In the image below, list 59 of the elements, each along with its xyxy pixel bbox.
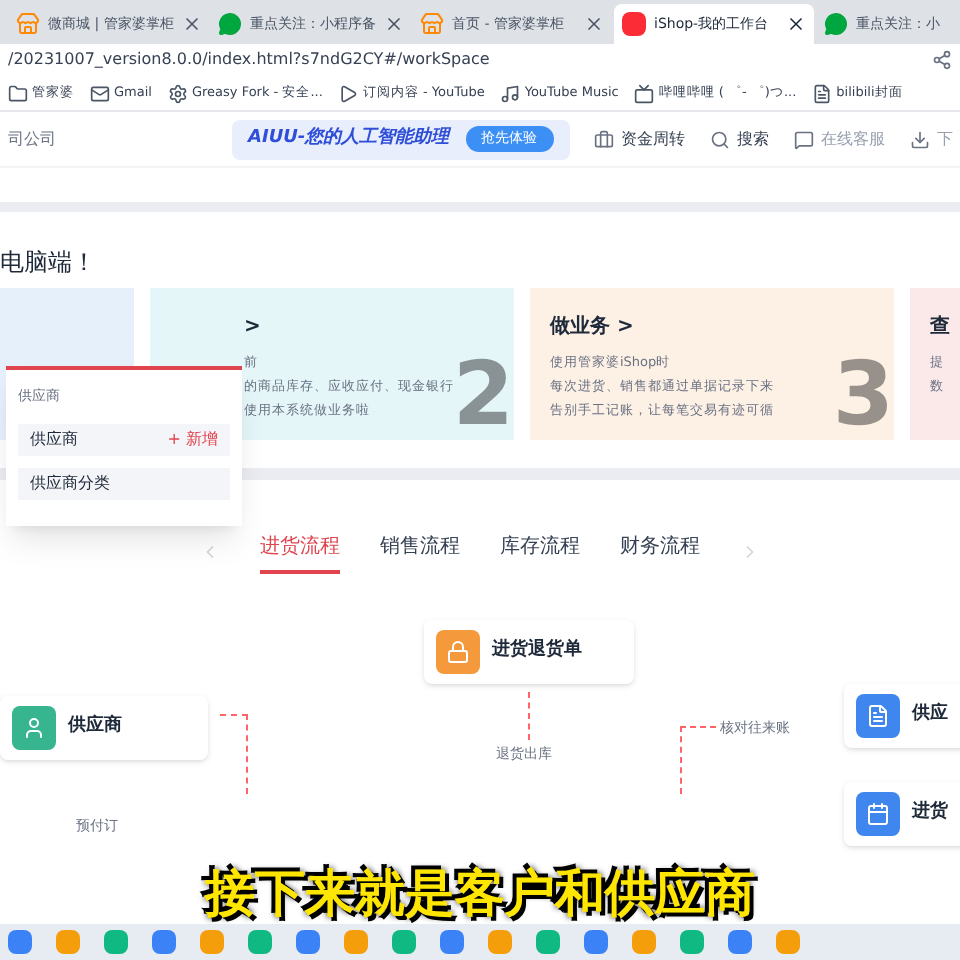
app-icon[interactable] xyxy=(440,930,464,954)
app-icon[interactable] xyxy=(56,930,80,954)
connector-line xyxy=(528,692,530,740)
mail-icon xyxy=(90,83,110,103)
connector-line xyxy=(680,726,716,794)
app-icon[interactable] xyxy=(776,930,800,954)
app-icon[interactable] xyxy=(152,930,176,954)
app-icon[interactable] xyxy=(632,930,656,954)
chat-icon xyxy=(793,129,814,149)
menu-item[interactable]: 供应商 + 新增 xyxy=(18,423,230,455)
header-action[interactable]: 搜索 xyxy=(709,127,770,151)
card-number: 3 xyxy=(832,352,894,440)
app-icon[interactable] xyxy=(344,930,368,954)
app-icon[interactable] xyxy=(488,930,512,954)
flow-node[interactable]: 进货 xyxy=(844,782,960,846)
app-logo-icon xyxy=(622,12,646,36)
download-icon xyxy=(909,129,930,149)
company-name: 司公司 xyxy=(8,127,58,151)
card-number: 2 xyxy=(452,352,514,440)
card-title: 查 xyxy=(930,313,952,342)
welcome-text: 电脑端！ xyxy=(0,246,96,280)
app-icon[interactable] xyxy=(584,930,608,954)
chat-icon xyxy=(218,12,242,36)
gear-icon xyxy=(167,83,188,103)
address-text[interactable]: /20231007_version8.0.0/index.html?s7ndG2CY#/workSpace xyxy=(8,48,490,72)
music-icon xyxy=(500,83,521,103)
flow-tab[interactable]: 销售流程 xyxy=(380,531,460,573)
store-icon xyxy=(420,12,444,36)
close-icon[interactable] xyxy=(786,14,806,34)
flow-node[interactable]: 供应商 xyxy=(0,696,208,760)
briefcase-icon xyxy=(593,129,614,149)
flow-tab[interactable]: 库存流程 xyxy=(500,531,580,573)
app-icon[interactable] xyxy=(200,930,224,954)
flow-node[interactable]: 进货退货单 xyxy=(424,620,634,684)
card-title: 做业务 > xyxy=(550,313,636,342)
video-subtitle: 接下来就是客户和供应商 xyxy=(202,862,757,926)
tv-icon xyxy=(634,83,655,103)
app-icon[interactable] xyxy=(392,930,416,954)
page-icon xyxy=(812,83,833,103)
menu-item[interactable]: 供应商分类 xyxy=(18,467,230,499)
folder-icon xyxy=(8,83,28,103)
chat-icon xyxy=(824,12,848,36)
app-icon[interactable] xyxy=(104,930,128,954)
flow-tab[interactable]: 财务流程 xyxy=(620,531,700,573)
card-title: > xyxy=(244,314,263,342)
app-icon[interactable] xyxy=(248,930,272,954)
store-icon xyxy=(16,12,40,36)
header-action[interactable]: 资金周转 xyxy=(593,127,686,151)
connector-line xyxy=(220,714,248,794)
play-icon xyxy=(338,83,359,103)
flow-node[interactable]: 供应 xyxy=(844,684,960,748)
app-icon[interactable] xyxy=(728,930,752,954)
share-icon[interactable] xyxy=(932,50,952,70)
app-icon[interactable] xyxy=(296,930,320,954)
search-icon xyxy=(709,129,730,149)
app-icon[interactable] xyxy=(536,930,560,954)
flow-tab[interactable]: 进货流程 xyxy=(260,531,340,573)
app-icon[interactable] xyxy=(8,930,32,954)
app-icon[interactable] xyxy=(680,930,704,954)
